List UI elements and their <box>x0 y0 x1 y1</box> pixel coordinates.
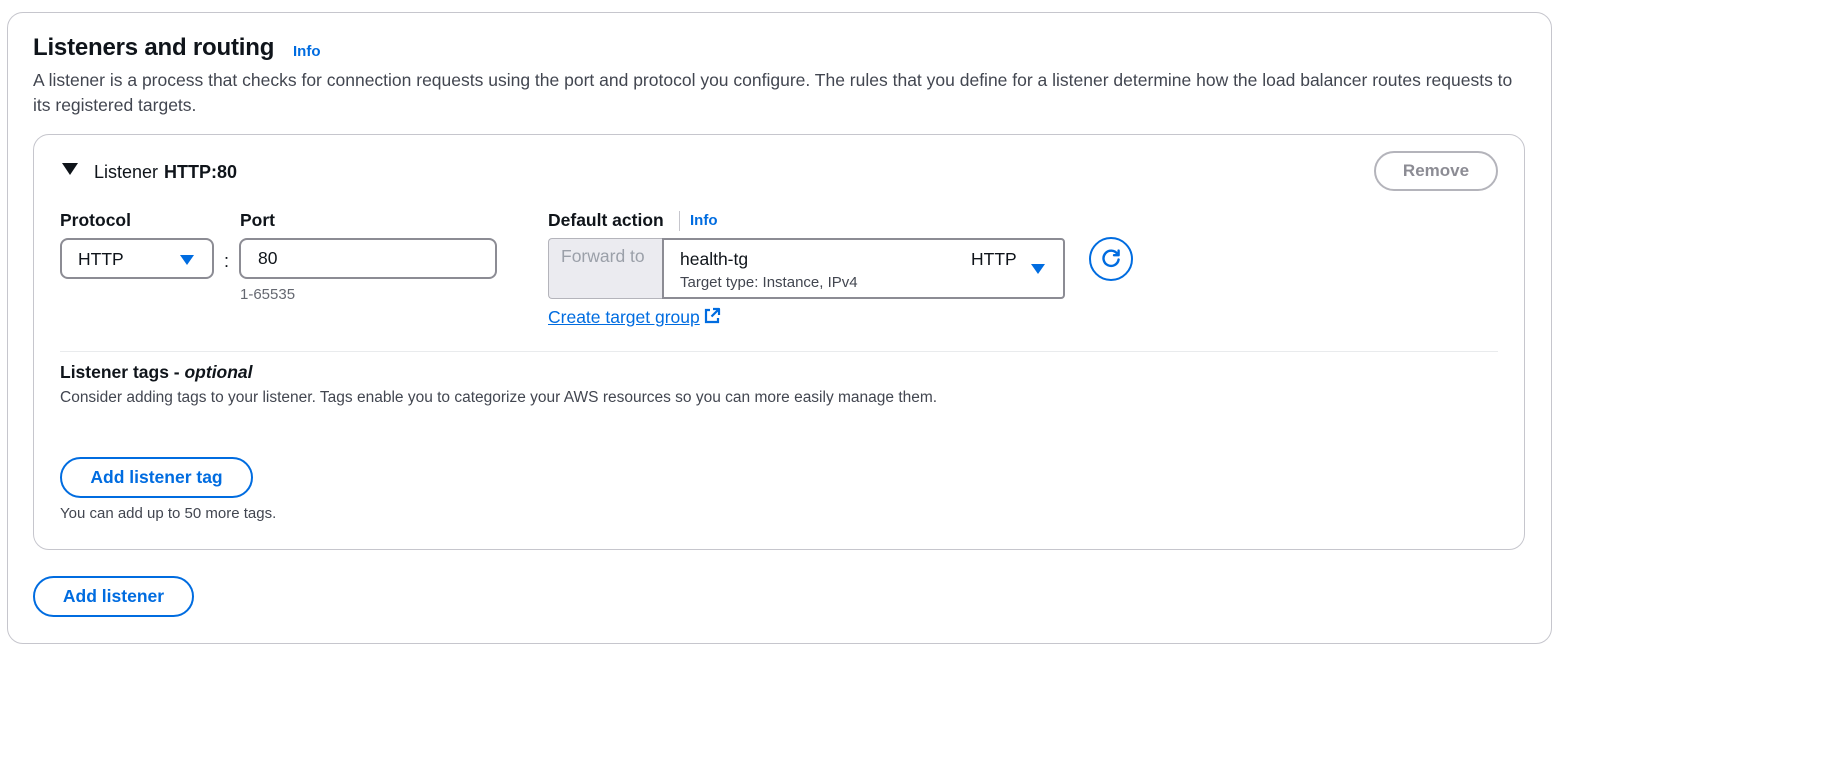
target-group-name: health-tg <box>680 249 749 269</box>
divider <box>60 351 1498 352</box>
listener-tags-title-main: Listener tags - <box>60 362 185 382</box>
port-label: Port <box>240 210 275 230</box>
refresh-icon <box>1102 249 1120 268</box>
tags-limit-hint: You can add up to 50 more tags. <box>60 505 277 522</box>
caret-down-icon[interactable] <box>62 163 78 175</box>
remove-listener-button[interactable]: Remove <box>1374 151 1498 191</box>
protocol-select[interactable]: HTTP <box>60 238 214 279</box>
protocol-port-separator: : <box>224 251 230 271</box>
default-action-label: Default action <box>548 210 664 230</box>
section-title: Listeners and routing <box>33 34 275 61</box>
listener-tags-title: Listener tags - optional <box>60 362 253 383</box>
listener-tags-optional: optional <box>184 362 253 382</box>
external-link-icon <box>704 307 720 324</box>
listener-tags-description: Consider adding tags to your listener. T… <box>60 389 938 406</box>
section-description: A listener is a process that checks for … <box>33 70 1513 115</box>
listener-heading[interactable]: Listener HTTP:80 <box>94 162 237 183</box>
forward-to-label: Forward to <box>561 246 645 266</box>
target-group-protocol: HTTP <box>971 249 1017 269</box>
create-target-group-label: Create target group <box>548 307 700 327</box>
target-group-detail: Target type: Instance, IPv4 <box>680 274 858 291</box>
dropdown-triangle-icon <box>1031 264 1045 274</box>
refresh-target-groups-button[interactable] <box>1089 237 1133 281</box>
protocol-label: Protocol <box>60 210 131 230</box>
listener-card <box>33 134 1525 550</box>
forward-to-addon: Forward to <box>548 238 664 299</box>
listener-label: Listener <box>94 162 159 182</box>
dropdown-triangle-icon <box>180 255 194 265</box>
port-input[interactable] <box>239 238 497 279</box>
add-listener-tag-button[interactable]: Add listener tag <box>60 457 253 498</box>
listener-name: HTTP:80 <box>164 162 238 182</box>
port-constraint: 1-65535 <box>240 286 296 303</box>
add-listener-button[interactable]: Add listener <box>33 576 194 617</box>
default-action-info-link[interactable]: Info <box>690 212 718 229</box>
create-target-group-link[interactable]: Create target group <box>548 307 721 328</box>
label-divider <box>679 211 680 231</box>
protocol-value: HTTP <box>78 249 124 269</box>
target-group-select[interactable]: health-tg HTTP Target type: Instance, IP… <box>662 238 1065 299</box>
section-info-link[interactable]: Info <box>293 43 321 60</box>
